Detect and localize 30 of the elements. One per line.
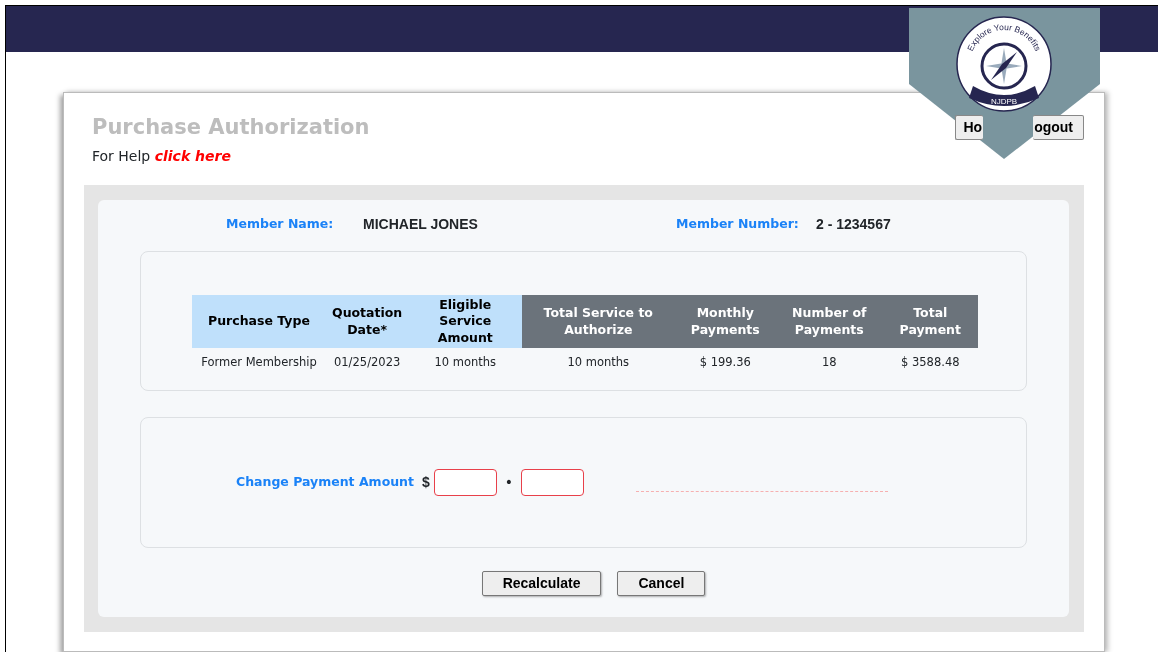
column-header: Eligible Service Amount [408, 295, 523, 348]
home-button[interactable]: Ho [955, 115, 984, 140]
table-cell: 01/25/2023 [326, 347, 409, 378]
column-header: Quotation Date* [326, 295, 409, 348]
table-cell: 18 [776, 347, 883, 378]
column-header: Total Payment [882, 295, 979, 348]
table-cell: Former Membership [192, 347, 326, 378]
table-cell: 10 months [522, 347, 675, 378]
column-header: Purchase Type [192, 295, 326, 348]
help-link[interactable]: click here [154, 148, 231, 165]
member-number-label: Member Number: [676, 215, 800, 234]
member-name-label: Member Name: [226, 215, 335, 234]
dollars-field[interactable] [433, 469, 497, 497]
logout-button[interactable]: ogout [1033, 115, 1084, 140]
change-payment-label: Change Payment Amount [236, 473, 414, 492]
table-cell: $ 3588.48 [882, 347, 979, 378]
cancel-button[interactable]: Cancel [617, 571, 706, 597]
table-cell: $ 199.36 [674, 347, 777, 378]
member-number: 2 - 1234567 [816, 215, 891, 235]
help-text: For Help click here [92, 147, 232, 167]
member-name: MICHAEL JONES [363, 215, 479, 235]
cents-field[interactable] [521, 469, 585, 497]
currency-symbol: $ [422, 473, 430, 493]
recalculate-button[interactable]: Recalculate [481, 571, 602, 597]
column-header: Total Service to Authorize [522, 295, 675, 348]
decimal-separator: • [504, 473, 514, 493]
page-title: Purchase Authorization [92, 115, 370, 141]
column-header: Monthly Payments [674, 295, 777, 348]
table-cell: 10 months [408, 347, 523, 378]
column-header: Number of Payments [776, 295, 883, 348]
